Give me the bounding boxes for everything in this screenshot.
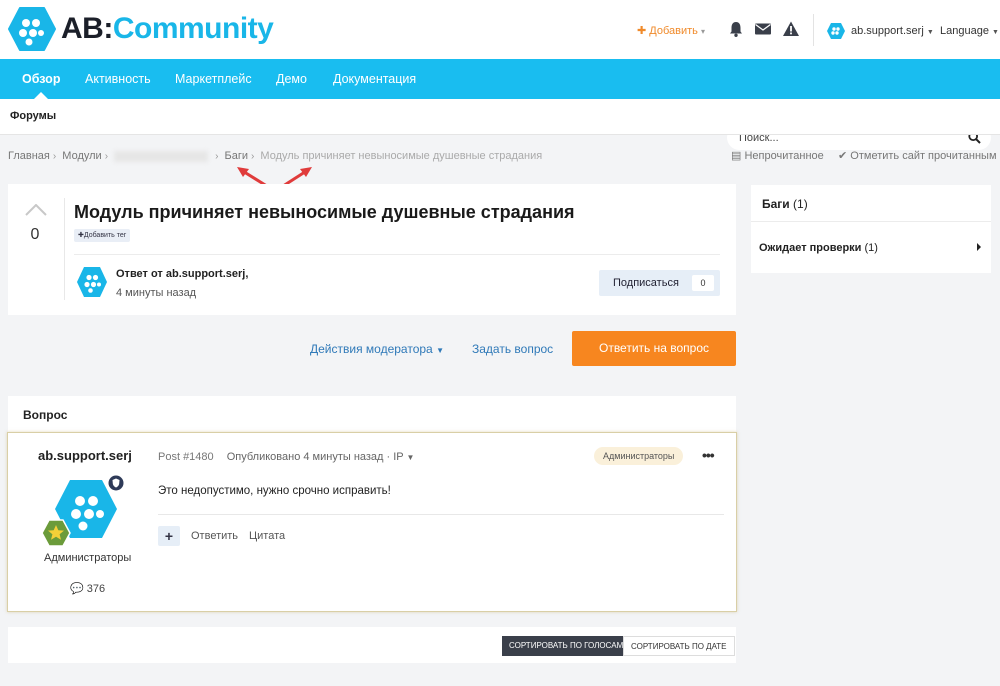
divider bbox=[74, 254, 720, 255]
breadcrumb-home[interactable]: Главная bbox=[8, 150, 50, 162]
sort-by-date-button[interactable]: Сортировать по дате bbox=[623, 636, 735, 656]
chevron-down-icon: ▼ bbox=[992, 29, 999, 36]
mark-read-label: Отметить сайт прочитанным bbox=[850, 150, 997, 162]
sidebar-item-pending[interactable]: Ожидает проверки (1) bbox=[759, 242, 878, 254]
language-label: Language bbox=[940, 25, 989, 37]
shield-icon bbox=[108, 475, 124, 491]
post-body: Это недопустимо, нужно срочно исправить! bbox=[158, 485, 391, 497]
nav-item-marketplace[interactable]: Маркетплейс bbox=[175, 59, 252, 99]
sidebar-item-count: (1) bbox=[864, 242, 878, 254]
reply-link[interactable]: Ответить bbox=[191, 530, 238, 542]
section-header: Вопрос bbox=[8, 396, 736, 432]
breadcrumb-bugs[interactable]: Баги bbox=[225, 150, 249, 162]
unread-link[interactable]: ▤ Непрочитанное bbox=[731, 149, 824, 163]
bell-icon[interactable] bbox=[727, 20, 745, 38]
post-count-value: 376 bbox=[86, 583, 106, 595]
plus-icon: ✚ bbox=[637, 25, 647, 37]
add-tag-button[interactable]: ✚Добавить тег bbox=[74, 229, 131, 242]
user-menu[interactable]: ab.support.serj ▼ bbox=[851, 24, 934, 40]
nav-active-pointer bbox=[34, 92, 48, 99]
quote-link[interactable]: Цитата bbox=[249, 530, 285, 542]
brand-name: Community bbox=[112, 12, 274, 45]
reply-author[interactable]: Ответ от ab.support.serj, bbox=[116, 268, 248, 280]
page-title: Модуль причиняет невыносимые душевные ст… bbox=[74, 202, 575, 222]
user-name: ab.support.serj bbox=[851, 25, 924, 37]
sidebar-widget: Баги (1) Ожидает проверки (1) bbox=[751, 185, 991, 273]
chevron-right-icon: › bbox=[215, 151, 219, 162]
breadcrumb-blurred[interactable] bbox=[114, 150, 209, 162]
follow-count: 0 bbox=[692, 275, 714, 291]
post-published: Опубликовано 4 минуты назад · IP bbox=[226, 451, 404, 463]
add-tag-label: Добавить тег bbox=[83, 232, 127, 239]
author-post-count: 💬 376 bbox=[70, 582, 105, 595]
chevron-down-icon: ▼ bbox=[926, 29, 934, 36]
nav-item-demo[interactable]: Демо bbox=[276, 59, 307, 99]
unread-label: Непрочитанное bbox=[744, 150, 824, 162]
check-icon: ✔ bbox=[838, 150, 848, 162]
nav-item-activity[interactable]: Активность bbox=[85, 59, 151, 99]
newspaper-icon: ▤ bbox=[731, 150, 742, 162]
post-meta: Post #1480 Опубликовано 4 минуты назад ·… bbox=[158, 451, 414, 463]
chevron-right-icon: › bbox=[251, 151, 255, 162]
user-avatar[interactable] bbox=[826, 22, 846, 40]
chevron-down-icon[interactable]: ▼ bbox=[407, 453, 415, 462]
reply-time: 4 минуты назад bbox=[116, 287, 197, 299]
answer-question-button[interactable]: Ответить на вопрос bbox=[572, 331, 736, 366]
moderator-actions-label: Действия модератора bbox=[310, 342, 433, 356]
breadcrumb-modules[interactable]: Модули bbox=[62, 150, 101, 162]
follow-button[interactable]: Подписаться 0 bbox=[599, 270, 720, 296]
add-label: Добавить bbox=[649, 25, 698, 37]
header-divider bbox=[813, 14, 814, 46]
language-menu[interactable]: Language ▼ bbox=[940, 24, 999, 40]
follow-label: Подписаться bbox=[613, 277, 679, 289]
chevron-down-icon: ▾ bbox=[700, 27, 705, 36]
mark-read-link[interactable]: ✔ Отметить сайт прочитанным bbox=[838, 149, 997, 163]
sort-by-votes-button[interactable]: Сортировать по голосам bbox=[502, 636, 631, 656]
sidebar-title-count: (1) bbox=[793, 197, 808, 211]
moderator-actions-menu[interactable]: Действия модератора ▼ bbox=[310, 342, 444, 356]
chevron-right-icon: › bbox=[104, 151, 109, 162]
brand-prefix: AB: bbox=[61, 12, 113, 45]
sidebar-title-label: Баги bbox=[762, 197, 790, 211]
vote-count: 0 bbox=[30, 226, 40, 243]
warning-icon[interactable] bbox=[782, 20, 800, 38]
chevron-right-icon[interactable] bbox=[977, 243, 981, 251]
sidebar-title: Баги (1) bbox=[762, 197, 808, 211]
avatar[interactable] bbox=[76, 266, 108, 298]
post-author[interactable]: ab.support.serj bbox=[38, 448, 132, 463]
add-button[interactable]: ✚ Добавить ▾ bbox=[637, 23, 705, 40]
chevron-down-icon: ▼ bbox=[436, 346, 444, 355]
breadcrumb-current: Модуль причиняет невыносимые душевные ст… bbox=[260, 150, 543, 162]
plus-icon[interactable]: + bbox=[158, 526, 180, 546]
brand-title[interactable]: AB:Community bbox=[61, 11, 274, 47]
ask-question-link[interactable]: Задать вопрос bbox=[472, 342, 553, 356]
post-card: ab.support.serj Администраторы 💬 376 Pos… bbox=[7, 432, 737, 612]
envelope-icon[interactable] bbox=[754, 20, 772, 38]
site-header: AB:Community ✚ Добавить ▾ ab.support.ser… bbox=[0, 0, 1000, 60]
question-card: 0 Модуль причиняет невыносимые душевные … bbox=[8, 184, 736, 315]
sub-nav: Форумы bbox=[0, 99, 1000, 135]
chevron-up-icon[interactable] bbox=[25, 204, 47, 216]
subnav-item-forums[interactable]: Форумы bbox=[10, 110, 56, 122]
sidebar-item-label: Ожидает проверки bbox=[759, 242, 862, 254]
logo-icon[interactable] bbox=[8, 6, 56, 52]
breadcrumb: Главная › Модули › › Баги › Модуль причиняе… bbox=[8, 149, 542, 164]
status-badge: Администраторы bbox=[594, 447, 684, 465]
sort-bar: Сортировать по голосам Сортировать по да… bbox=[8, 627, 736, 663]
nav-item-docs[interactable]: Документация bbox=[333, 59, 416, 99]
author-role: Администраторы bbox=[44, 552, 132, 564]
post-number[interactable]: Post #1480 bbox=[158, 451, 214, 463]
chevron-right-icon: › bbox=[52, 151, 57, 162]
divider bbox=[158, 514, 724, 515]
divider bbox=[751, 221, 991, 222]
comment-icon: 💬 bbox=[70, 583, 84, 595]
main-nav: Обзор Активность Маркетплейс Демо Докуме… bbox=[0, 59, 1000, 150]
star-icon bbox=[41, 519, 71, 547]
ellipsis-icon[interactable]: ••• bbox=[702, 448, 715, 462]
section-title: Вопрос bbox=[23, 408, 68, 422]
vote-divider bbox=[64, 198, 65, 300]
